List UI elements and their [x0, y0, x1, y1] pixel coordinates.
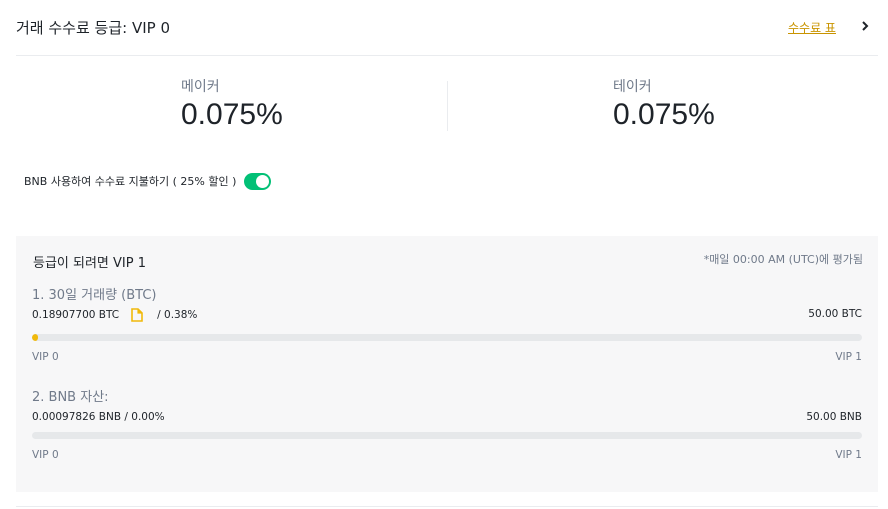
volume-progress-fill [32, 334, 39, 341]
volume-from-level: VIP 0 [32, 351, 59, 363]
taker-label: 테이커 [613, 79, 652, 95]
bottom-divider [16, 506, 878, 507]
taker-fee: 테이커 0.075% [613, 76, 715, 132]
evaluation-note: *매일 00:00 AM (UTC)에 평가됨 [703, 253, 863, 266]
fee-tier-header: 거래 수수료 등급: VIP 0 수수료 표 [16, 0, 878, 56]
bnb-fee-toggle[interactable] [244, 172, 272, 190]
maker-label: 메이커 [181, 79, 220, 95]
toggle-knob [256, 174, 270, 188]
vip-progress-panel: 등급이 되려면 VIP 1 *매일 00:00 AM (UTC)에 평가됨 1.… [16, 236, 878, 492]
chevron-right-icon[interactable] [860, 16, 872, 36]
volume-current: 0.18907700 BTC [32, 309, 120, 321]
volume-section-title: 1. 30일 거래량 (BTC) [32, 288, 157, 303]
taker-value: 0.075% [613, 98, 715, 131]
page-title: 거래 수수료 등급: VIP 0 [16, 19, 171, 37]
volume-to-level: VIP 1 [835, 351, 862, 363]
bnb-assets-to-level: VIP 1 [835, 449, 862, 461]
bnb-fee-label: BNB 사용하여 수수료 지불하기 ( 25% 할인 ) [24, 175, 237, 188]
bnb-assets-section-title: 2. BNB 자산: [32, 390, 109, 405]
volume-progress-bar [32, 334, 862, 341]
progress-title: 등급이 되려면 VIP 1 [33, 256, 146, 271]
bnb-fee-option: BNB 사용하여 수수료 지불하기 ( 25% 할인 ) [24, 171, 272, 191]
fee-schedule-link[interactable]: 수수료 표 [788, 19, 836, 36]
bnb-assets-from-level: VIP 0 [32, 449, 59, 461]
rate-divider [447, 81, 448, 131]
maker-value: 0.075% [181, 98, 283, 131]
volume-current-row: 0.18907700 BTC / 0.38% [32, 308, 197, 322]
bnb-assets-current: 0.00097826 BNB / 0.00% [32, 411, 165, 423]
volume-target: 50.00 BTC [808, 308, 862, 320]
document-icon[interactable] [131, 308, 143, 322]
volume-percent: / 0.38% [157, 309, 198, 321]
bnb-assets-progress-bar [32, 432, 862, 439]
bnb-assets-target: 50.00 BNB [806, 411, 862, 423]
maker-fee: 메이커 0.075% [181, 76, 283, 132]
